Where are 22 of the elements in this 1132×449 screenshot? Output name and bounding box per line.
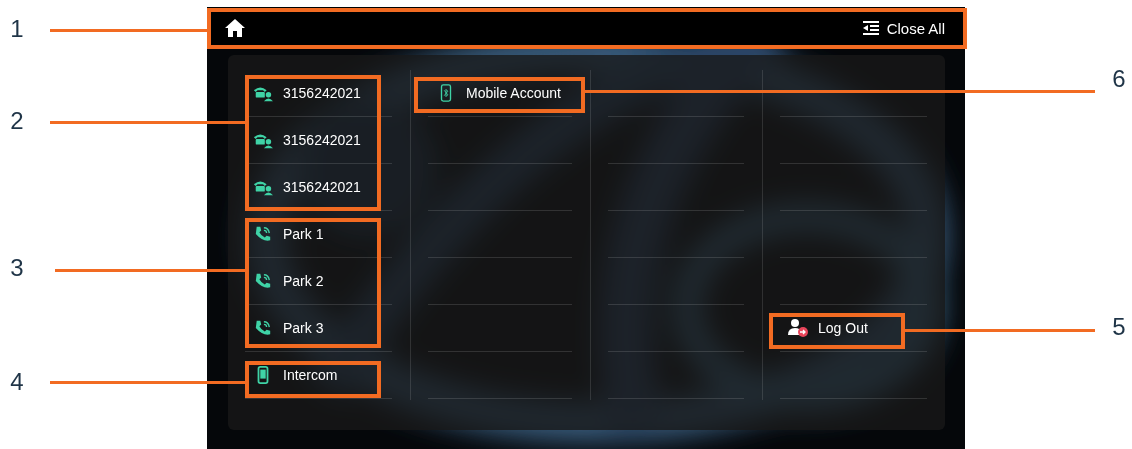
line-key[interactable]: 3156242021 xyxy=(251,178,361,196)
collapse-icon xyxy=(862,21,879,35)
phone-waves-icon xyxy=(253,272,273,290)
line-key[interactable]: 3156242021 xyxy=(251,131,361,149)
callout-number: 2 xyxy=(10,106,24,136)
home-icon[interactable] xyxy=(225,19,245,37)
line-key[interactable]: Mobile Account xyxy=(434,84,561,102)
callout-number: 1 xyxy=(10,14,24,44)
line-key[interactable]: Log Out xyxy=(786,319,868,337)
line-key[interactable]: Intercom xyxy=(251,366,338,384)
callout-number: 3 xyxy=(10,253,24,283)
person-arrow-icon xyxy=(788,319,808,337)
phone-waves-icon xyxy=(253,225,273,243)
callout-number: 6 xyxy=(1112,64,1126,94)
callout-number: 5 xyxy=(1112,312,1126,342)
line-key[interactable]: Park 2 xyxy=(251,272,324,290)
line-key[interactable]: Park 1 xyxy=(251,225,324,243)
callout-number: 4 xyxy=(10,367,24,397)
close-all-button[interactable]: Close All xyxy=(862,19,945,37)
phone-waves-icon xyxy=(253,319,273,337)
line-key[interactable]: 3156242021 xyxy=(251,84,361,102)
line-key[interactable]: Park 3 xyxy=(251,319,324,337)
